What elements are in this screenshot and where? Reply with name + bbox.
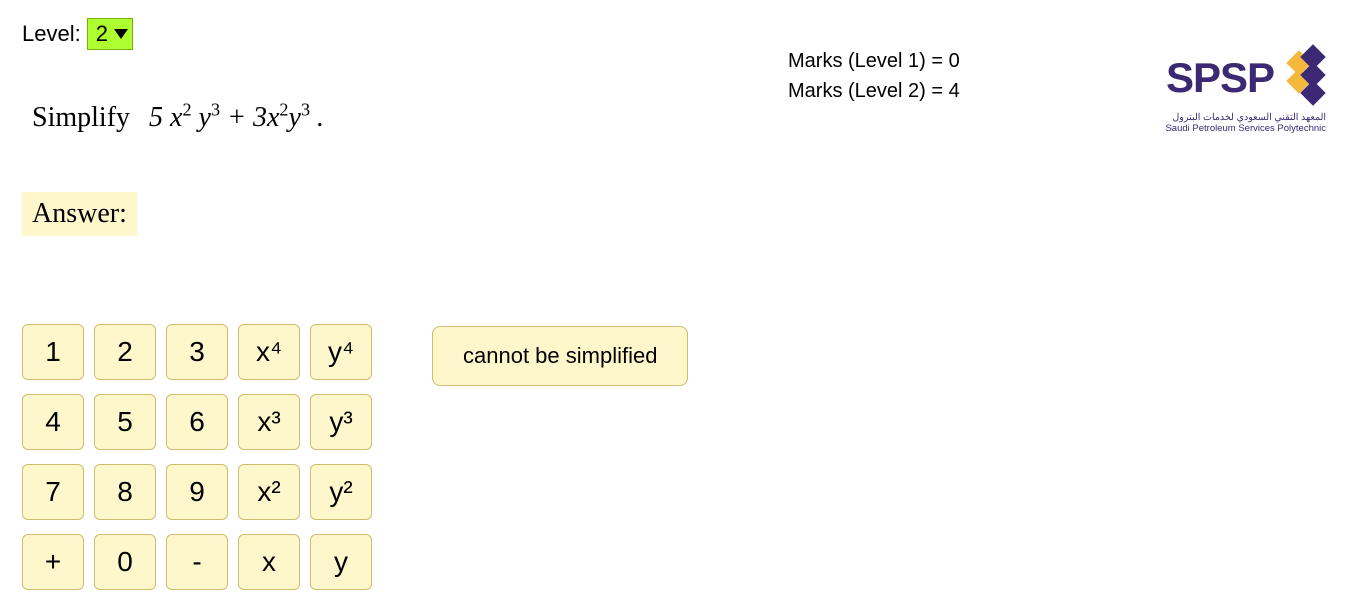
keypad-key-y[interactable]: y bbox=[310, 534, 372, 590]
keypad-key-1[interactable]: 1 bbox=[22, 324, 84, 380]
answer-label: Answer: bbox=[22, 192, 137, 236]
logo-icon bbox=[1284, 48, 1326, 108]
org-logo: SPSP المعهد التقني السعودي لخدمات البترو… bbox=[1165, 48, 1326, 134]
keypad-key-3[interactable]: 3 bbox=[166, 324, 228, 380]
keypad-key-6[interactable]: 6 bbox=[166, 394, 228, 450]
logo-text: SPSP bbox=[1166, 54, 1274, 102]
cannot-simplify-button[interactable]: cannot be simplified bbox=[432, 326, 688, 386]
keypad-key-x[interactable]: x³ bbox=[238, 394, 300, 450]
keypad-key-9[interactable]: 9 bbox=[166, 464, 228, 520]
level-label: Level: bbox=[22, 21, 81, 47]
chevron-down-icon bbox=[114, 29, 128, 39]
level-value: 2 bbox=[96, 21, 108, 47]
keypad-key-x[interactable]: x² bbox=[238, 464, 300, 520]
marks-block: Marks (Level 1) = 0 Marks (Level 2) = 4 bbox=[788, 46, 960, 106]
logo-sub-ar: المعهد التقني السعودي لخدمات البترول bbox=[1165, 112, 1326, 123]
level-row: Level: 2 bbox=[22, 18, 1344, 50]
keypad-key-y[interactable]: y³ bbox=[310, 394, 372, 450]
keypad-key-8[interactable]: 8 bbox=[94, 464, 156, 520]
question-expression: 5 x2 y3 + 3x2y3 . bbox=[149, 102, 324, 133]
keypad-key-x[interactable]: x⁴ bbox=[238, 324, 300, 380]
keypad: 123x⁴y⁴ 456x³y³ 789x²y² +0-xy bbox=[22, 324, 372, 590]
marks-level-2: Marks (Level 2) = 4 bbox=[788, 76, 960, 106]
keypad-key-2[interactable]: 2 bbox=[94, 324, 156, 380]
keypad-key-7[interactable]: 7 bbox=[22, 464, 84, 520]
keypad-key-y[interactable]: y⁴ bbox=[310, 324, 372, 380]
question-text: Simplify 5 x2 y3 + 3x2y3 . bbox=[22, 100, 1344, 134]
question-prompt: Simplify bbox=[32, 102, 130, 133]
keypad-key-4[interactable]: 4 bbox=[22, 394, 84, 450]
keypad-key-[interactable]: + bbox=[22, 534, 84, 590]
keypad-key-5[interactable]: 5 bbox=[94, 394, 156, 450]
marks-level-1: Marks (Level 1) = 0 bbox=[788, 46, 960, 76]
keypad-key-[interactable]: - bbox=[166, 534, 228, 590]
keypad-key-x[interactable]: x bbox=[238, 534, 300, 590]
keypad-key-y[interactable]: y² bbox=[310, 464, 372, 520]
level-select[interactable]: 2 bbox=[87, 18, 133, 50]
logo-sub-en: Saudi Petroleum Services Polytechnic bbox=[1165, 123, 1326, 134]
keypad-key-0[interactable]: 0 bbox=[94, 534, 156, 590]
